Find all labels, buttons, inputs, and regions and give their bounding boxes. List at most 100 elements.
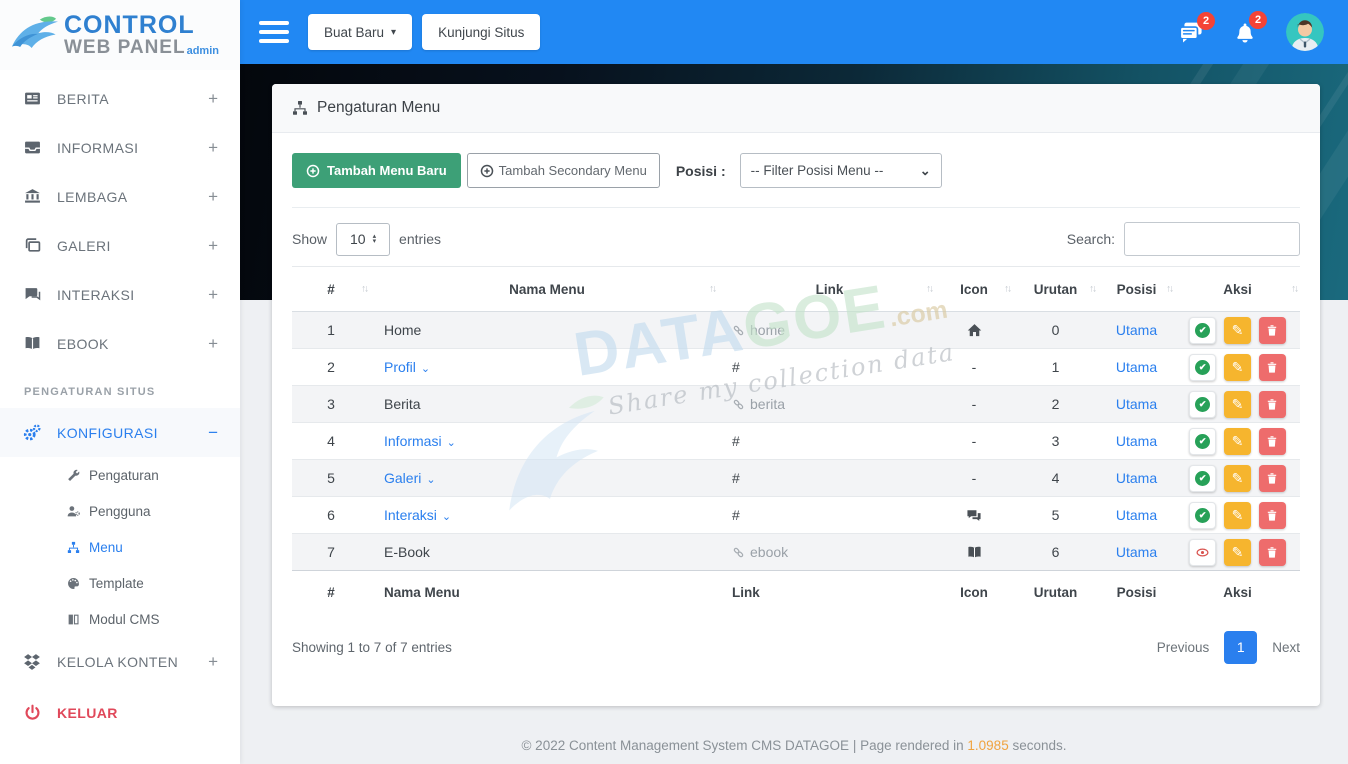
sidebar-item-konfigurasi[interactable]: KONFIGURASI − [0,408,240,457]
delete-button[interactable] [1259,428,1286,455]
sort-icon[interactable]: ↑↓ [1004,284,1010,295]
sidebar-item-label: KELUAR [57,705,218,721]
sort-icon[interactable]: ↑↓ [1291,284,1297,295]
sidebar-item-informasi[interactable]: INFORMASI + [0,123,240,172]
menu-name: Home [370,312,718,349]
sidebar-item-interaksi[interactable]: INTERAKSI + [0,270,240,319]
edit-button[interactable]: ✎ [1224,317,1251,344]
delete-button[interactable] [1259,391,1286,418]
column-header-nama-menu[interactable]: Nama Menu↑↓ [370,267,718,312]
hamburger-menu-icon[interactable] [259,16,289,48]
sort-icon[interactable]: ↑↓ [1166,284,1172,295]
newspaper-icon [22,90,42,107]
edit-icon: ✎ [1232,470,1244,487]
column-header-aksi[interactable]: Aksi↑↓ [1175,267,1300,312]
edit-button[interactable]: ✎ [1224,465,1251,492]
caret-down-icon: ⌄ [426,474,435,486]
posisi-link[interactable]: Utama [1116,322,1157,338]
messages-icon[interactable]: 2 [1178,21,1204,43]
sort-icon[interactable]: ↑↓ [709,284,715,295]
menu-name-link[interactable]: Profil⌄ [384,359,430,375]
edit-button[interactable]: ✎ [1224,354,1251,381]
menu-name: E-Book [370,534,718,571]
edit-button[interactable]: ✎ [1224,539,1251,566]
posisi-link[interactable]: Utama [1116,507,1157,523]
show-label: Show [292,231,327,247]
sidebar-subitem-menu[interactable]: Menu [0,529,240,565]
sort-icon[interactable]: ↑↓ [926,284,932,295]
table-row: 7 E-Book ebook 6 Utama ✎ [292,534,1300,571]
edit-button[interactable]: ✎ [1224,502,1251,529]
sidebar-subitem-template[interactable]: Template [0,565,240,601]
menu-name-link[interactable]: Informasi⌄ [384,433,456,449]
toggle-active-button[interactable]: ✔ [1189,502,1216,529]
column-header-posisi[interactable]: Posisi↑↓ [1098,267,1175,312]
search-input[interactable] [1124,222,1300,256]
sort-icon[interactable]: ↑↓ [1089,284,1095,295]
table-info: Showing 1 to 7 of 7 entries [292,640,452,655]
page-1-button[interactable]: 1 [1224,631,1257,664]
footer-header-num: # [292,571,370,614]
posisi-link[interactable]: Utama [1116,433,1157,449]
edit-button[interactable]: ✎ [1224,391,1251,418]
posisi-link[interactable]: Utama [1116,544,1157,560]
posisi-label: Posisi : [676,163,726,179]
posisi-link[interactable]: Utama [1116,470,1157,486]
toggle-active-button[interactable]: ✔ [1189,317,1216,344]
user-avatar[interactable] [1286,13,1324,51]
next-page-link[interactable]: Next [1272,640,1300,655]
app-logo[interactable]: CONTROL WEB PANEL admin [0,0,240,70]
column-header-link[interactable]: Link↑↓ [718,267,935,312]
row-number: 4 [292,423,370,460]
sidebar-item-galeri[interactable]: GALERI + [0,221,240,270]
delete-button[interactable] [1259,317,1286,344]
delete-button[interactable] [1259,465,1286,492]
column-header-num[interactable]: #↑↓ [292,267,370,312]
toggle-hidden-button[interactable] [1189,539,1216,566]
footer-header-urutan: Urutan [1013,571,1098,614]
toggle-active-button[interactable]: ✔ [1189,428,1216,455]
sidebar-item-keluar[interactable]: KELUAR [0,688,240,737]
menu-link: # [718,497,935,534]
toggle-active-button[interactable]: ✔ [1189,354,1216,381]
column-header-urutan[interactable]: Urutan↑↓ [1013,267,1098,312]
menu-link: # [718,423,935,460]
menu-name-link[interactable]: Interaksi⌄ [384,507,451,523]
previous-page-link[interactable]: Previous [1157,640,1210,655]
sidebar-subitem-pengguna[interactable]: Pengguna [0,493,240,529]
caret-down-icon: ⌄ [447,437,456,449]
sidebar-item-lembaga[interactable]: LEMBAGA + [0,172,240,221]
menu-urutan: 1 [1013,349,1098,386]
row-number: 1 [292,312,370,349]
posisi-link[interactable]: Utama [1116,396,1157,412]
icon-placeholder: - [935,423,1013,460]
notifications-bell-icon[interactable]: 2 [1234,20,1256,44]
sidebar-subitem-modul-cms[interactable]: Modul CMS [0,601,240,637]
tambah-secondary-menu-button[interactable]: Tambah Secondary Menu [467,153,660,188]
delete-button[interactable] [1259,539,1286,566]
posisi-link[interactable]: Utama [1116,359,1157,375]
eye-icon [1195,546,1210,559]
sidebar-item-berita[interactable]: BERITA + [0,74,240,123]
menu-name-link[interactable]: Galeri⌄ [384,470,436,486]
page-length-value: 10 [350,231,366,247]
edit-button[interactable]: ✎ [1224,428,1251,455]
tambah-menu-baru-button[interactable]: Tambah Menu Baru [292,153,461,188]
sort-icon[interactable]: ↑↓ [361,284,367,295]
trash-icon [1266,361,1278,374]
buat-baru-button[interactable]: Buat Baru ▾ [308,14,412,50]
filter-posisi-select[interactable]: -- Filter Posisi Menu -- ⌄ [740,153,942,188]
delete-button[interactable] [1259,354,1286,381]
toggle-active-button[interactable]: ✔ [1189,465,1216,492]
column-header-icon[interactable]: Icon↑↓ [935,267,1013,312]
sidebar-item-ebook[interactable]: EBOOK + [0,319,240,368]
palette-icon [65,577,82,590]
toggle-active-button[interactable]: ✔ [1189,391,1216,418]
sidebar-item-kelola-konten[interactable]: KELOLA KONTEN + [0,637,240,686]
brand-name-bottom: WEB PANEL [64,38,186,57]
page-length-select[interactable]: 10 ▴▾ [336,223,390,256]
sidebar-subitem-pengaturan[interactable]: Pengaturan [0,457,240,493]
kunjungi-situs-button[interactable]: Kunjungi Situs [422,14,540,50]
delete-button[interactable] [1259,502,1286,529]
expand-plus-icon: + [208,652,218,672]
